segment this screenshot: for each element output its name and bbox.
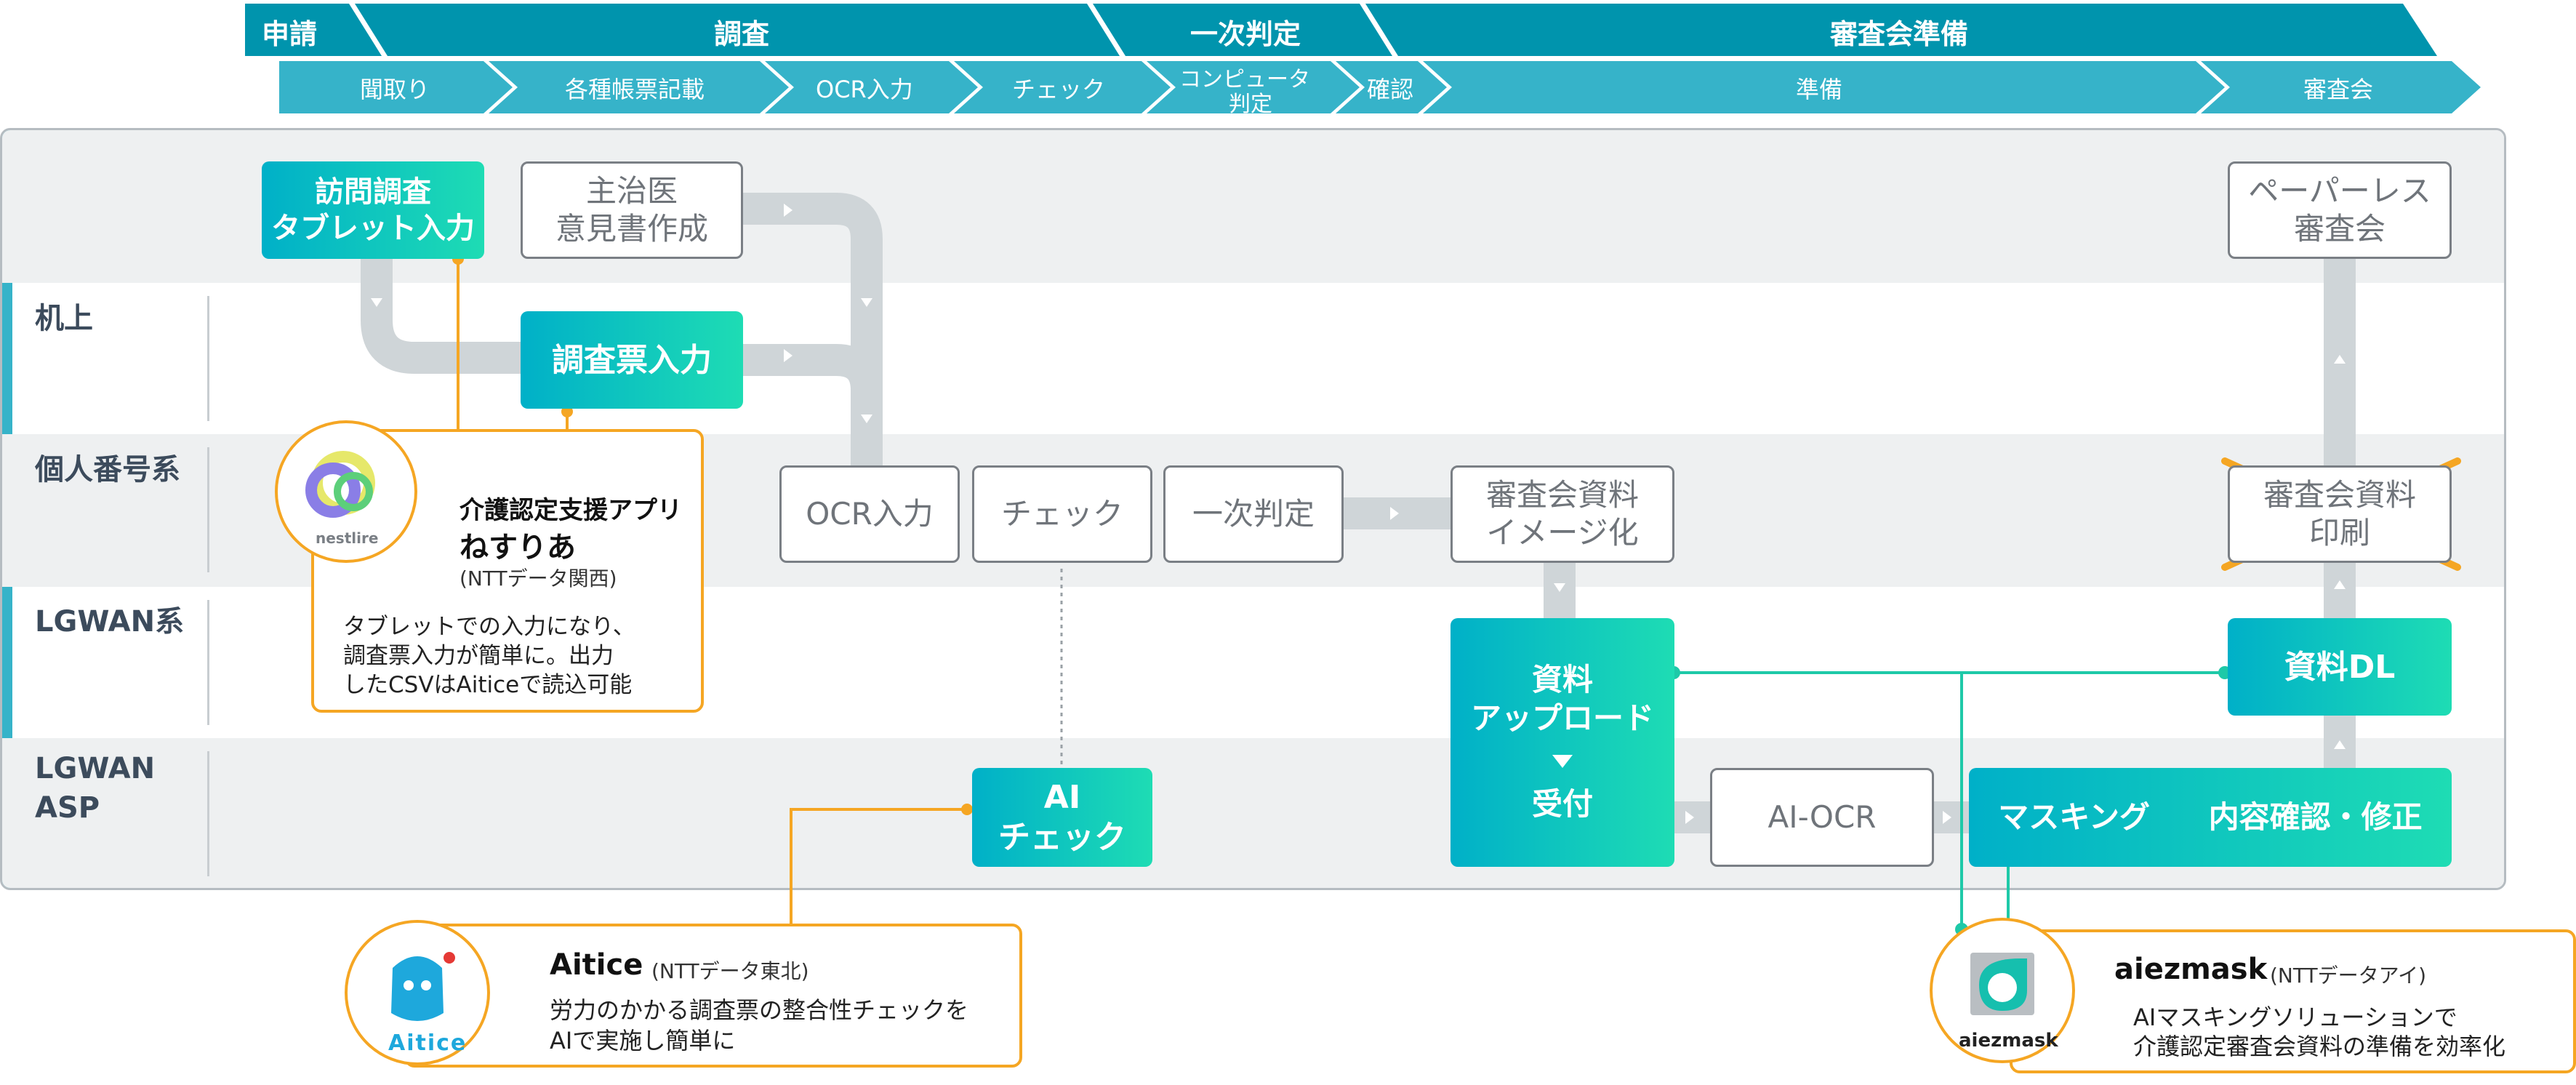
box-ai-ocr: AI-OCR <box>1710 768 1934 867</box>
box-image-line1: 審査会資料 <box>1485 476 1639 513</box>
orange-line-aitice <box>790 808 967 925</box>
box-print: 審査会資料 印刷 <box>2228 465 2452 563</box>
aiezmask-name: aiezmask <box>2114 953 2268 986</box>
box-ai-check-line2: チェック <box>998 819 1126 856</box>
orange-dot <box>961 804 973 815</box>
callout-aiezmask: aiezmask (NTTデータアイ) AIマスキングソリューションで 介護認定… <box>2010 929 2576 1073</box>
box-upload-line1: 資料 <box>1531 662 1593 698</box>
box-ai-check: AI チェック <box>972 768 1152 867</box>
box-ichiji: 一次判定 <box>1163 465 1344 563</box>
nesuria-desc-3: したCSVはAiticeで読込可能 <box>343 672 633 698</box>
box-paperless-line2: 審査会 <box>2293 211 2386 247</box>
box-ai-check-line1: AI <box>1043 779 1081 816</box>
aitice-company: (NTTデータ東北) <box>651 959 809 983</box>
aitice-logo-text: Aitice <box>388 1030 468 1056</box>
box-chousahyou: 調査票入力 <box>521 311 743 409</box>
box-upload: 資料 アップロード 受付 <box>1450 618 1674 867</box>
aitice-desc-1: 労力のかかる調査票の整合性チェックを <box>550 996 969 1024</box>
flow-chousahyou-to-ocr <box>742 344 883 473</box>
box-shujii: 主治医 意見書作成 <box>521 161 743 259</box>
box-uketsuke-label: 受付 <box>1531 786 1593 822</box>
aiezmask-logo: aiezmask <box>1930 918 2075 1063</box>
box-masking: マスキング 内容確認・修正 <box>1969 768 2452 867</box>
box-houmon-line2: タブレット入力 <box>271 212 475 245</box>
flow-houmon-to-chousahyou <box>361 259 523 374</box>
box-masking-label: マスキング <box>1998 798 2151 835</box>
box-upload-line2: アップロード <box>1470 700 1654 736</box>
box-shujii-line2: 意見書作成 <box>555 211 708 247</box>
aiezmask-desc-2: 介護認定審査会資料の準備を効率化 <box>2133 1033 2506 1060</box>
box-ocr-label: OCR入力 <box>806 495 934 532</box>
nesuria-name: ねすりあ <box>460 531 576 564</box>
flow-shujii-to-ocr <box>742 193 883 473</box>
box-print-line2: 印刷 <box>2308 515 2370 550</box>
box-ocr: OCR入力 <box>779 465 960 563</box>
callout-aitice: Aitice (NTTデータ東北) 労力のかかる調査票の整合性チェックを AIで… <box>404 924 1022 1068</box>
box-ai-ocr-label: AI-OCR <box>1768 798 1877 835</box>
box-houmon-line1: 訪問調査 <box>315 175 431 209</box>
box-houmon-tablet: 訪問調査 タブレット入力 <box>262 161 484 259</box>
nesuria-title: 介護認定支援アプリ <box>460 496 682 525</box>
aitice-desc-2: AIで実施し簡単に <box>550 1027 736 1054</box>
box-paperless-line1: ペーパーレス <box>2248 172 2431 209</box>
nestlire-logo-text: nestlire <box>316 529 379 547</box>
box-print-line1: 審査会資料 <box>2263 476 2416 513</box>
box-chousahyou-label: 調査票入力 <box>552 341 712 379</box>
box-image: 審査会資料 イメージ化 <box>1450 465 1674 563</box>
aiezmask-logo-text: aiezmask <box>1959 1030 2058 1052</box>
box-check-label: チェック <box>1000 495 1123 532</box>
aitice-logo: Aitice <box>345 920 490 1065</box>
aitice-name: Aitice <box>550 948 643 982</box>
box-shujii-line1: 主治医 <box>585 172 678 209</box>
nestlire-logo: nestlire <box>275 420 417 563</box>
nesuria-company: (NTTデータ関西) <box>460 566 617 590</box>
nesuria-desc-1: タブレットでの入力になり、 <box>343 614 635 640</box>
box-check: チェック <box>972 465 1152 563</box>
box-dl-label: 資料DL <box>2284 648 2396 686</box>
box-paperless: ペーパーレス 審査会 <box>2228 161 2452 259</box>
box-ichiji-label: 一次判定 <box>1192 495 1315 532</box>
nesuria-desc-2: 調査票入力が簡単に。出力 <box>343 643 614 669</box>
aiezmask-company: (NTTデータアイ) <box>2270 964 2427 988</box>
box-naiyou-label: 内容確認・修正 <box>2208 798 2423 835</box>
down-triangle-icon <box>1552 755 1573 769</box>
box-image-line2: イメージ化 <box>1486 515 1639 550</box>
box-dl: 資料DL <box>2228 618 2452 716</box>
